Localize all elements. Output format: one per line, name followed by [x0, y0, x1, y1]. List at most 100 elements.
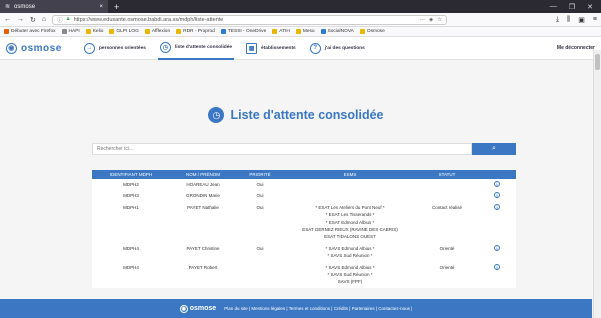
- cell-actions: i: [478, 201, 516, 243]
- cell-esms: * ESAT Les Ateliers du Pont Neuf * * ESAT…: [284, 201, 416, 243]
- bookmark-icon: [144, 29, 150, 34]
- cell-id: MDPH4: [92, 261, 170, 288]
- bookmark-label: ATIH: [279, 29, 290, 34]
- footer: ◉ osmose Plan du site | Mentions légales…: [0, 299, 592, 318]
- close-window-button[interactable]: ✕: [587, 3, 593, 11]
- bookmark-label: Mesu: [302, 29, 315, 34]
- forward-icon[interactable]: →: [17, 16, 24, 23]
- scrollbar-thumb[interactable]: [595, 54, 600, 70]
- table-row[interactable]: MDPH2 HOAREAU Jean Oui i: [92, 179, 516, 191]
- bookmark-star-icon[interactable]: ☆: [437, 17, 442, 23]
- esms-item: * ESAT Les Tisserands *: [325, 212, 375, 218]
- cell-id: MDPH3: [92, 190, 170, 202]
- table-row[interactable]: MDPH4 PAYET Christine Oui * SAVS Edmond Alb…: [92, 242, 516, 262]
- window-controls: — ❐ ✕: [550, 3, 601, 11]
- esms-item: * SAVS Edmond Albius *: [325, 264, 375, 270]
- reload-icon[interactable]: ↻: [30, 16, 36, 24]
- info-icon[interactable]: ⓘ: [57, 16, 63, 24]
- cell-name: PAYET Christine: [170, 242, 236, 262]
- bookmark-icon: [220, 29, 226, 34]
- menu-icon[interactable]: ≡: [593, 16, 597, 24]
- cell-id: MDPH2: [92, 179, 170, 191]
- bookmarks-toolbar: Débuter avec Firefox HAPI Kelio GLPI LOG Aff…: [0, 27, 601, 37]
- info-icon[interactable]: i: [494, 203, 500, 210]
- clock-icon: ◷: [208, 107, 225, 123]
- sidebar-icon[interactable]: ▣: [578, 16, 585, 24]
- library-icon[interactable]: ⫼: [567, 16, 570, 24]
- home-icon[interactable]: ⌂: [42, 16, 46, 23]
- nav-liste-attente[interactable]: ◷ liste d'attente consolidée: [157, 37, 235, 60]
- cell-actions: i: [478, 179, 516, 191]
- arrow-right-icon: →: [84, 42, 95, 54]
- esms-item: * ESAT Les Ateliers du Pont Neuf *: [315, 204, 385, 210]
- bookmark-item[interactable]: RDR - Proprod: [176, 29, 215, 34]
- logout-link[interactable]: Me déconnecter: [557, 45, 595, 51]
- nav-label: j'ai des questions: [324, 45, 365, 51]
- info-icon[interactable]: i: [494, 263, 500, 270]
- cell-name: GRONDIN Marie: [170, 190, 236, 202]
- bookmark-icon: [109, 29, 115, 34]
- cell-priority: Oui: [236, 179, 284, 191]
- bookmark-item[interactable]: Osmose: [359, 29, 385, 34]
- cell-esms: [284, 190, 416, 202]
- column-header[interactable]: NOM / PRÉNOM: [170, 170, 236, 179]
- bookmark-item[interactable]: Mesu: [295, 29, 315, 34]
- browser-tab[interactable]: ≋ osmose ×: [0, 0, 108, 13]
- url-text[interactable]: https://www.edusante.osmose.babdi.ara.ss…: [74, 17, 416, 23]
- cell-name: HOAREAU Jean: [170, 179, 236, 191]
- address-bar[interactable]: ⓘ 🔒︎ https://www.edusante.osmose.babdi.a…: [52, 14, 448, 25]
- search-button[interactable]: ⌕: [472, 143, 516, 155]
- bookmark-item[interactable]: SocialNOVA: [320, 29, 354, 34]
- app-header: ◉ osmose → personnes orientées ◷ liste d…: [0, 37, 601, 60]
- cell-actions: i: [478, 242, 516, 262]
- download-icon[interactable]: ⤓: [556, 16, 559, 24]
- footer-logo[interactable]: ◉ osmose: [179, 304, 217, 313]
- maximize-button[interactable]: ❐: [569, 3, 575, 11]
- table-row[interactable]: MDPH1 PAYET Nathalie Oui * ESAT Les Atelier…: [92, 201, 516, 243]
- column-header[interactable]: STATUT: [416, 170, 478, 179]
- cell-status: Contact réalisé: [416, 201, 478, 243]
- bookmark-item[interactable]: HAPI: [61, 29, 80, 34]
- cell-esms: [284, 179, 416, 191]
- bookmark-icon: [359, 29, 365, 34]
- back-icon[interactable]: ←: [4, 16, 11, 23]
- bookmark-item[interactable]: ATIH: [272, 29, 290, 34]
- bookmark-icon: [61, 29, 67, 34]
- footer-links[interactable]: Plan du site | Mentions légales | Termes…: [224, 306, 412, 311]
- column-header[interactable]: ESMS: [284, 170, 416, 179]
- footer-logo-text: osmose: [189, 305, 217, 312]
- nav-label: liste d'attente consolidée: [174, 44, 233, 50]
- cell-id: MDPH4: [92, 242, 170, 262]
- bookmark-item[interactable]: Afflexion: [144, 29, 171, 34]
- nav-personnes-orientees[interactable]: → personnes orientées: [82, 42, 148, 54]
- bookmark-item[interactable]: GLPI LOG: [109, 29, 139, 34]
- table-row[interactable]: MDPH4 PAYET Robert * SAVS Edmond Albius * *…: [92, 261, 516, 288]
- bookmark-label: TESSI - OneDrive: [227, 29, 267, 34]
- nav-etablissements[interactable]: ▦ établissements: [244, 42, 298, 54]
- app-logo[interactable]: ◉ osmose: [6, 42, 72, 54]
- column-header[interactable]: PRIORITÉ: [236, 170, 284, 179]
- cell-status: Orienté: [416, 261, 478, 288]
- column-header[interactable]: IDENTIFIANT MDPH: [92, 170, 170, 179]
- esms-item: * SAVS Edmond Albius *: [325, 245, 375, 251]
- bookmark-item[interactable]: Débuter avec Firefox: [4, 29, 56, 34]
- pocket-icon[interactable]: ◈: [429, 17, 433, 23]
- info-icon[interactable]: i: [494, 244, 500, 251]
- page-actions-icon[interactable]: ···: [419, 17, 425, 23]
- bookmark-item[interactable]: TESSI - OneDrive: [220, 29, 267, 34]
- bookmark-icon: [4, 29, 9, 34]
- question-icon: ?: [309, 42, 321, 54]
- bookmark-label: Osmose: [366, 29, 385, 34]
- minimize-button[interactable]: —: [550, 3, 557, 11]
- new-tab-button[interactable]: +: [108, 2, 125, 12]
- table-row[interactable]: MDPH3 GRONDIN Marie Oui i: [92, 190, 516, 202]
- bookmark-item[interactable]: Kelio: [85, 29, 103, 34]
- info-icon[interactable]: i: [494, 181, 500, 187]
- search-input[interactable]: [92, 143, 472, 155]
- tab-close-icon[interactable]: ×: [99, 4, 103, 10]
- page-scrollbar[interactable]: [593, 50, 601, 318]
- bookmark-label: GLPI LOG: [116, 29, 139, 34]
- nav-questions[interactable]: ? j'ai des questions: [308, 42, 367, 54]
- bookmark-label: Afflexion: [151, 29, 171, 34]
- info-icon[interactable]: i: [494, 192, 500, 199]
